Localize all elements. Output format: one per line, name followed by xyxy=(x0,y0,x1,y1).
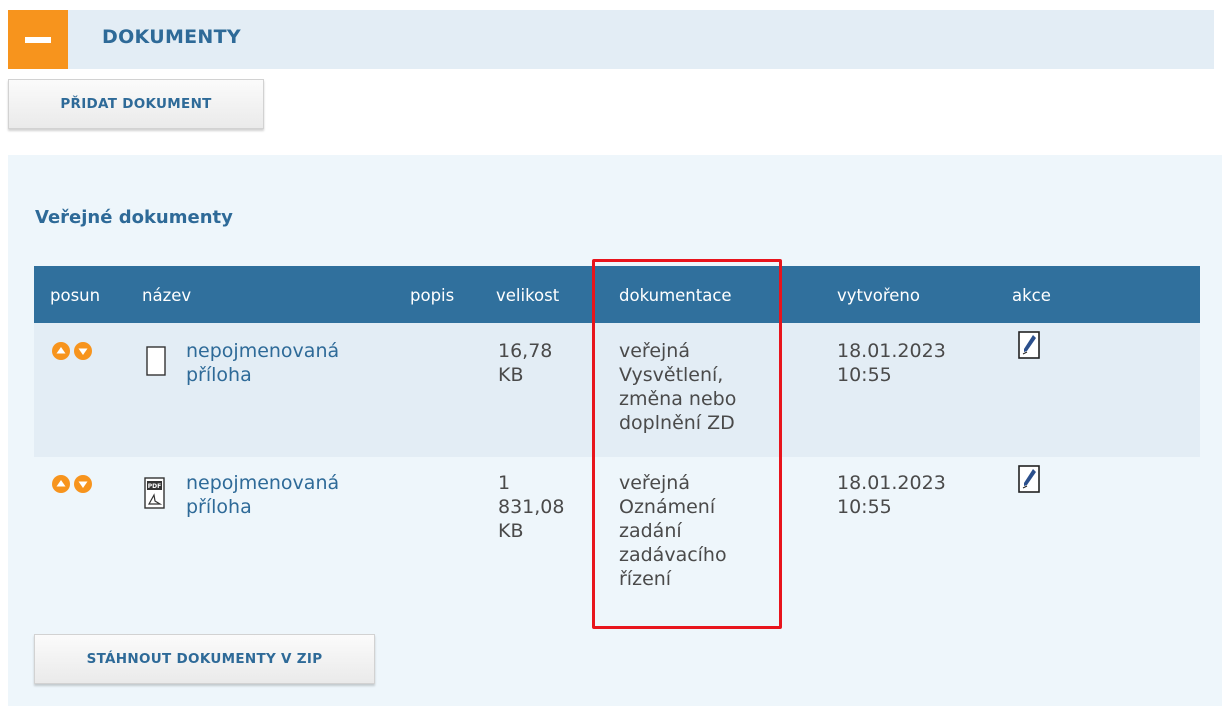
col-velikost: velikost xyxy=(496,286,560,305)
download-zip-button[interactable]: STÁHNOUT DOKUMENTY V ZIP xyxy=(34,634,375,684)
file-name-line: příloha xyxy=(186,496,252,518)
created-time: 10:55 xyxy=(837,496,892,518)
file-name-link[interactable]: nepojmenovaná příloha xyxy=(186,471,339,519)
col-posun: posun xyxy=(50,286,101,305)
panel-title: Veřejné dokumenty xyxy=(35,207,233,228)
size-value: 1 xyxy=(498,472,511,494)
move-up-icon[interactable] xyxy=(52,475,70,493)
col-nazev: název xyxy=(142,286,192,305)
move-down-icon[interactable] xyxy=(74,342,92,360)
section-title: DOKUMENTY xyxy=(102,26,241,48)
section-header: DOKUMENTY xyxy=(8,10,1214,69)
col-popis: popis xyxy=(410,286,455,305)
file-name-line: nepojmenovaná xyxy=(186,340,340,362)
add-document-button[interactable]: PŘIDAT DOKUMENT xyxy=(8,79,264,129)
file-name-link[interactable]: nepojmenovaná příloha xyxy=(186,339,339,387)
edit-icon[interactable] xyxy=(1018,465,1040,493)
collapse-button[interactable] xyxy=(8,10,68,69)
move-down-icon[interactable] xyxy=(74,475,92,493)
created-time: 10:55 xyxy=(837,364,892,386)
created-date: 18.01.2023 xyxy=(837,472,946,494)
blank-file-icon xyxy=(146,346,166,376)
documentation-column-highlight xyxy=(592,259,782,629)
size-unit: KB xyxy=(498,364,524,386)
pdf-file-icon: PDF xyxy=(144,477,165,509)
created-date: 18.01.2023 xyxy=(837,340,946,362)
size-cell: 16,78 KB xyxy=(498,339,552,387)
move-up-icon[interactable] xyxy=(52,342,70,360)
created-cell: 18.01.2023 10:55 xyxy=(837,339,946,387)
file-name-line: nepojmenovaná xyxy=(186,472,340,494)
col-akce: akce xyxy=(1012,286,1051,305)
size-value: 16,78 xyxy=(498,340,553,362)
size-value: 831,08 xyxy=(498,496,565,518)
edit-icon[interactable] xyxy=(1018,331,1040,359)
col-vytvoreno: vytvořeno xyxy=(837,286,920,305)
size-unit: KB xyxy=(498,520,524,542)
svg-text:PDF: PDF xyxy=(148,483,161,490)
size-cell: 1 831,08 KB xyxy=(498,471,564,543)
created-cell: 18.01.2023 10:55 xyxy=(837,471,946,519)
file-name-line: příloha xyxy=(186,364,252,386)
minus-icon xyxy=(25,37,51,43)
